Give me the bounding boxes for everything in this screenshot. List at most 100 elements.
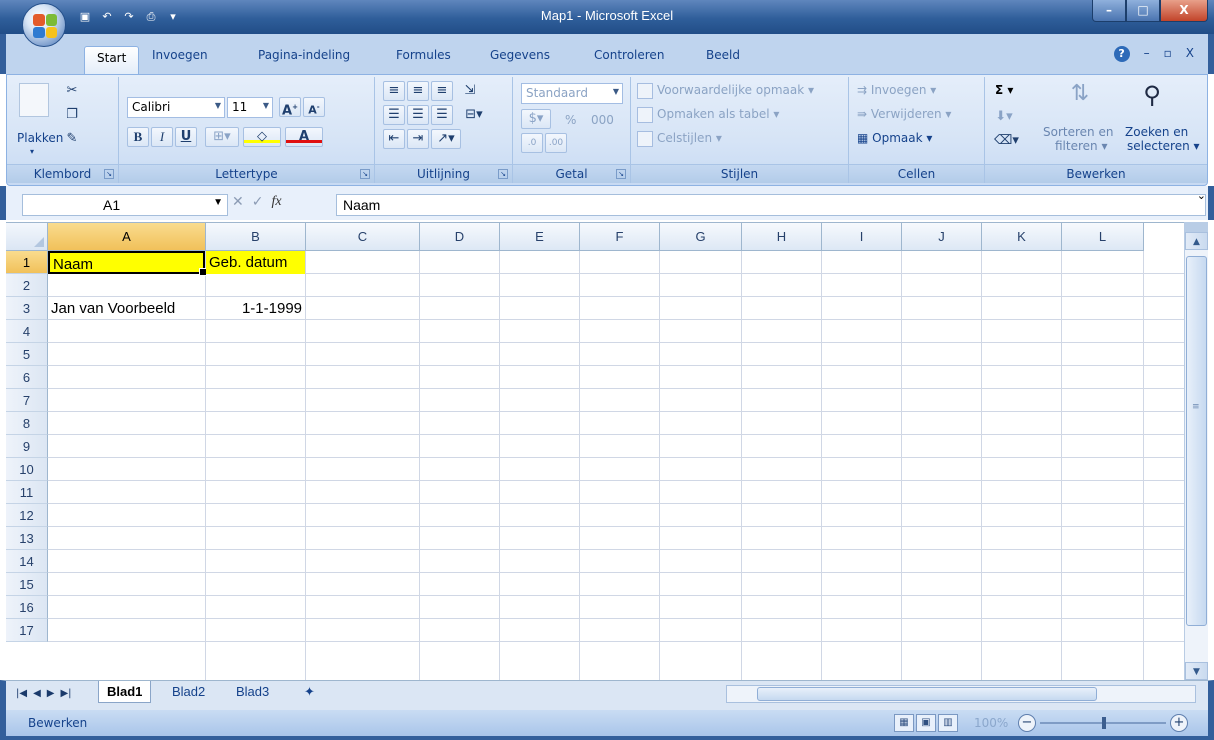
column-header-i[interactable]: I xyxy=(822,223,902,251)
row-header-6[interactable]: 6 xyxy=(6,366,48,389)
align-center-icon[interactable]: ☰ xyxy=(407,105,429,125)
dialog-launcher-icon[interactable]: ↘ xyxy=(360,169,370,179)
column-header-k[interactable]: K xyxy=(982,223,1062,251)
row-header-4[interactable]: 4 xyxy=(6,320,48,343)
next-sheet-icon[interactable]: ▶ xyxy=(47,688,55,699)
sheet-tab-blad3[interactable]: Blad3 xyxy=(228,681,277,703)
tab-invoegen[interactable]: Invoegen xyxy=(152,48,208,62)
column-header-f[interactable]: F xyxy=(580,223,660,251)
column-header-e[interactable]: E xyxy=(500,223,580,251)
bold-button[interactable]: B xyxy=(127,127,149,147)
percent-button[interactable]: % xyxy=(565,113,576,127)
zoom-level[interactable]: 100% xyxy=(974,716,1008,730)
row-header-9[interactable]: 9 xyxy=(6,435,48,458)
row-header-10[interactable]: 10 xyxy=(6,458,48,481)
row-header-16[interactable]: 16 xyxy=(6,596,48,619)
worksheet-grid[interactable]: A B C D E F G H I J K L 1 2 3 4 5 6 7 8 9 10 11 12 13 14 15 16 17 Naa… xyxy=(6,222,1184,680)
maximize-button[interactable]: □ xyxy=(1126,0,1160,22)
workbook-close-button[interactable]: X xyxy=(1186,46,1194,62)
borders-icon[interactable]: ⊞▾ xyxy=(205,127,239,147)
italic-button[interactable]: I xyxy=(151,127,173,147)
chevron-down-icon[interactable]: ▼ xyxy=(213,197,223,208)
increase-decimal-icon[interactable]: .0 xyxy=(521,133,543,153)
font-color-icon[interactable]: A xyxy=(285,127,323,147)
tab-formules[interactable]: Formules xyxy=(396,48,451,62)
help-icon[interactable]: ? xyxy=(1113,46,1130,62)
row-header-11[interactable]: 11 xyxy=(6,481,48,504)
row-header-1[interactable]: 1 xyxy=(6,251,48,274)
shrink-font-icon[interactable]: A- xyxy=(303,97,325,117)
row-header-12[interactable]: 12 xyxy=(6,504,48,527)
clear-icon[interactable]: ⌫▾ xyxy=(993,131,1019,151)
minimize-button[interactable]: – xyxy=(1092,0,1126,22)
tab-beeld[interactable]: Beeld xyxy=(706,48,740,62)
scroll-thumb[interactable] xyxy=(1186,256,1207,626)
cell-a3[interactable]: Jan van Voorbeeld xyxy=(48,297,205,320)
column-header-h[interactable]: H xyxy=(742,223,822,251)
row-header-14[interactable]: 14 xyxy=(6,550,48,573)
grow-font-icon[interactable]: A+ xyxy=(279,97,301,118)
workbook-restore-button[interactable]: ▫ xyxy=(1164,46,1172,62)
decrease-decimal-icon[interactable]: .00 xyxy=(545,133,567,153)
column-header-c[interactable]: C xyxy=(306,223,420,251)
tab-controleren[interactable]: Controleren xyxy=(594,48,664,62)
row-header-2[interactable]: 2 xyxy=(6,274,48,297)
paste-dropdown-icon[interactable]: ▾ xyxy=(30,147,34,156)
enter-icon[interactable]: ✓ xyxy=(252,194,264,210)
scroll-up-icon[interactable]: ▲ xyxy=(1185,232,1208,250)
row-header-7[interactable]: 7 xyxy=(6,389,48,412)
row-header-3[interactable]: 3 xyxy=(6,297,48,320)
office-button[interactable] xyxy=(22,3,66,47)
zoom-in-icon[interactable]: + xyxy=(1170,714,1188,732)
normal-view-icon[interactable]: ▦ xyxy=(894,714,914,732)
paste-button[interactable]: Plakken xyxy=(17,131,63,145)
scroll-down-icon[interactable]: ▼ xyxy=(1185,662,1208,680)
insert-cells-button[interactable]: ⇉ Invoegen ▾ xyxy=(857,83,936,97)
split-handle[interactable] xyxy=(1185,222,1208,232)
prev-sheet-icon[interactable]: ◀ xyxy=(33,688,41,699)
currency-icon[interactable]: $▾ xyxy=(521,109,551,129)
sort-filter-button[interactable]: Sorteren en filteren ▾ xyxy=(1043,125,1113,153)
format-painter-icon[interactable]: ✎ xyxy=(61,129,83,149)
last-sheet-icon[interactable]: ▶| xyxy=(60,688,71,699)
underline-button[interactable]: U xyxy=(175,127,197,147)
first-sheet-icon[interactable]: |◀ xyxy=(16,688,27,699)
column-header-l[interactable]: L xyxy=(1062,223,1144,251)
close-button[interactable]: X xyxy=(1160,0,1208,22)
page-break-view-icon[interactable]: ▥ xyxy=(938,714,958,732)
cancel-icon[interactable]: ✕ xyxy=(232,194,244,210)
dialog-launcher-icon[interactable]: ↘ xyxy=(498,169,508,179)
row-header-8[interactable]: 8 xyxy=(6,412,48,435)
font-size-combo[interactable]: 11 ▼ xyxy=(227,97,273,118)
name-box[interactable]: A1 ▼ xyxy=(22,194,228,216)
fill-icon[interactable]: ⬇▾ xyxy=(993,107,1015,127)
align-middle-icon[interactable]: ≡ xyxy=(407,81,429,101)
column-header-g[interactable]: G xyxy=(660,223,742,251)
tab-start[interactable]: Start xyxy=(84,46,140,74)
insert-sheet-icon[interactable]: ✦ xyxy=(296,681,323,703)
formula-input[interactable]: Naam xyxy=(336,194,1206,216)
column-header-j[interactable]: J xyxy=(902,223,982,251)
merge-center-icon[interactable]: ⊟▾ xyxy=(459,105,489,125)
row-header-17[interactable]: 17 xyxy=(6,619,48,642)
row-header-5[interactable]: 5 xyxy=(6,343,48,366)
cell-styles-button[interactable]: Celstijlen ▾ xyxy=(657,131,722,145)
thousands-button[interactable]: 000 xyxy=(591,113,614,127)
column-header-a[interactable]: A xyxy=(48,223,206,251)
horizontal-scroll-thumb[interactable] xyxy=(757,687,1097,701)
zoom-slider[interactable]: − + xyxy=(1018,714,1188,732)
orientation-icon[interactable]: ↗▾ xyxy=(431,129,461,149)
align-top-icon[interactable]: ≡ xyxy=(383,81,405,101)
zoom-knob[interactable] xyxy=(1102,717,1106,729)
fill-color-icon[interactable]: ◇ xyxy=(243,127,281,147)
horizontal-scrollbar[interactable] xyxy=(726,685,1196,703)
conditional-formatting-button[interactable]: Voorwaardelijke opmaak ▾ xyxy=(657,83,814,97)
decrease-indent-icon[interactable]: ⇤ xyxy=(383,129,405,149)
align-left-icon[interactable]: ☰ xyxy=(383,105,405,125)
dialog-launcher-icon[interactable]: ↘ xyxy=(104,169,114,179)
row-header-13[interactable]: 13 xyxy=(6,527,48,550)
page-layout-view-icon[interactable]: ▣ xyxy=(916,714,936,732)
cell-b1[interactable]: Geb. datum xyxy=(206,251,305,274)
column-header-d[interactable]: D xyxy=(420,223,500,251)
increase-indent-icon[interactable]: ⇥ xyxy=(407,129,429,149)
